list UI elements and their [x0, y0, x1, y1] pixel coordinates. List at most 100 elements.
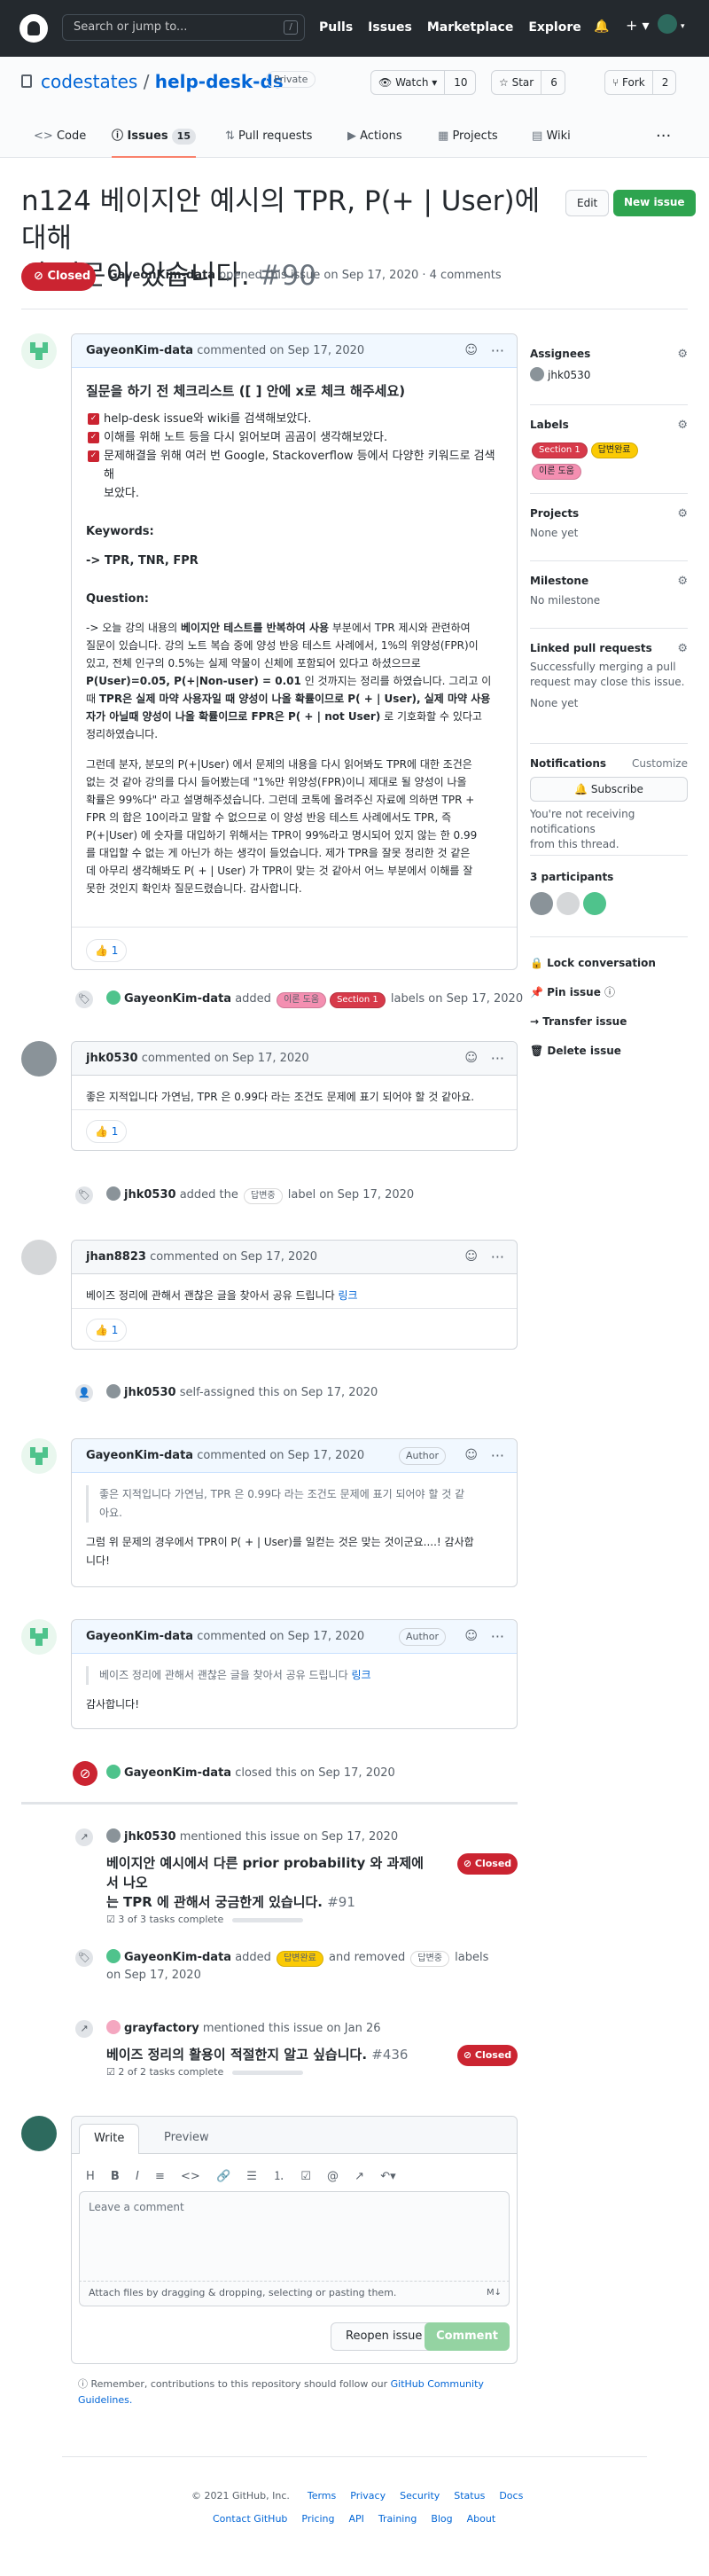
- footer-link[interactable]: Pricing: [301, 2513, 334, 2525]
- checkbox-checked-icon[interactable]: ✓: [88, 413, 99, 425]
- gear-icon[interactable]: ⚙: [677, 642, 688, 655]
- pin-issue-button[interactable]: 📌 Pin issue ⓘ: [530, 978, 688, 1007]
- guidelines-link[interactable]: GitHub Community: [391, 2378, 484, 2390]
- gear-icon[interactable]: ⚙: [677, 419, 688, 432]
- referenced-issue[interactable]: 베이지안 예시에서 다른 prior probability 와 과제에서 나오…: [106, 1853, 518, 1925]
- avatar[interactable]: [106, 1949, 121, 1963]
- nav-issues[interactable]: Issues: [368, 20, 412, 35]
- gear-icon[interactable]: ⚙: [677, 348, 688, 361]
- italic-icon[interactable]: I: [136, 2170, 139, 2183]
- footer-link[interactable]: Privacy: [350, 2490, 386, 2502]
- comment-author[interactable]: GayeonKim-data: [86, 1630, 193, 1643]
- nav-marketplace[interactable]: Marketplace: [427, 20, 513, 35]
- smiley-icon[interactable]: ☺: [464, 1439, 478, 1472]
- event-actor[interactable]: GayeonKim-data: [124, 992, 231, 1006]
- tab-code[interactable]: <> Code: [34, 119, 86, 158]
- numbered-list-icon[interactable]: ⒈: [273, 2170, 284, 2183]
- label-chip[interactable]: 이론 도움: [532, 464, 581, 480]
- referenced-issue-title[interactable]: 베이즈 정리의 활용이 적절한지 알고 싶습니다. #436: [106, 2045, 425, 2064]
- bulleted-list-icon[interactable]: ☰: [246, 2170, 257, 2183]
- label-chip[interactable]: 이론 도움: [277, 992, 327, 1008]
- comment-author[interactable]: jhk0530: [86, 1052, 138, 1065]
- referenced-issue-title[interactable]: 베이지안 예시에서 다른 prior probability 와 과제에서 나오…: [106, 1853, 425, 1912]
- more-tabs-icon[interactable]: ···: [656, 119, 671, 158]
- nav-explore[interactable]: Explore: [528, 20, 580, 35]
- reopen-issue-button[interactable]: Reopen issue: [331, 2322, 438, 2351]
- star-count[interactable]: 6: [541, 71, 557, 94]
- footer-link[interactable]: API: [349, 2513, 364, 2525]
- comment-textarea[interactable]: Leave a comment: [79, 2191, 510, 2282]
- issue-author-link[interactable]: GayeonKim-data: [108, 269, 215, 282]
- customize-link[interactable]: Customize: [632, 757, 688, 770]
- event-actor[interactable]: jhk0530: [124, 1188, 176, 1202]
- avatar[interactable]: [106, 990, 121, 1005]
- comment-link[interactable]: 링크: [338, 1289, 357, 1302]
- event-actor[interactable]: GayeonKim-data: [124, 1766, 231, 1780]
- quote-link[interactable]: 링크: [351, 1669, 370, 1681]
- attach-files-bar[interactable]: Attach files by dragging & dropping, sel…: [79, 2282, 510, 2306]
- comment-date[interactable]: commented on Sep 17, 2020: [150, 1250, 317, 1264]
- guidelines-link-cont[interactable]: Guidelines.: [78, 2394, 132, 2406]
- avatar[interactable]: [21, 333, 57, 369]
- kebab-menu-icon[interactable]: ···: [491, 1620, 504, 1653]
- new-issue-button[interactable]: New issue: [613, 190, 696, 216]
- subscribe-button[interactable]: 🔔 Subscribe: [530, 777, 688, 802]
- comment-author[interactable]: jhan8823: [86, 1250, 146, 1264]
- label-chip[interactable]: 답변완료: [590, 442, 638, 458]
- avatar[interactable]: [21, 1619, 57, 1655]
- tab-pull-requests[interactable]: ⇅ Pull requests: [225, 119, 312, 158]
- avatar[interactable]: [21, 1438, 57, 1474]
- smiley-icon[interactable]: ☺: [464, 1620, 478, 1653]
- reaction-thumbs-up[interactable]: 👍 1: [86, 1120, 128, 1143]
- reply-icon[interactable]: ↶▾: [380, 2170, 395, 2183]
- footer-link[interactable]: Status: [454, 2490, 485, 2502]
- checkbox-checked-icon[interactable]: ✓: [88, 450, 99, 462]
- assignee-item[interactable]: jhk0530: [530, 367, 688, 381]
- label-chip[interactable]: Section 1: [532, 442, 588, 458]
- avatar[interactable]: [21, 1041, 57, 1077]
- avatar[interactable]: [557, 892, 580, 915]
- label-chip[interactable]: Section 1: [330, 992, 386, 1008]
- mention-icon[interactable]: @: [327, 2170, 339, 2183]
- avatar[interactable]: [106, 2020, 121, 2034]
- avatar[interactable]: [583, 892, 606, 915]
- comment-date[interactable]: commented on Sep 17, 2020: [197, 1449, 364, 1462]
- footer-link[interactable]: Terms: [308, 2490, 336, 2502]
- github-logo-icon[interactable]: [19, 14, 48, 43]
- reference-icon[interactable]: ↗: [354, 2170, 364, 2183]
- avatar[interactable]: [106, 1186, 121, 1201]
- avatar[interactable]: [106, 1384, 121, 1398]
- avatar[interactable]: [21, 1240, 57, 1275]
- edit-button[interactable]: Edit: [565, 190, 610, 216]
- link-icon[interactable]: 🔗: [216, 2170, 230, 2183]
- heading-icon[interactable]: H: [86, 2170, 95, 2183]
- footer-link[interactable]: About: [467, 2513, 496, 2525]
- chevron-down-icon[interactable]: ▾: [681, 22, 685, 31]
- referenced-issue[interactable]: 베이즈 정리의 활용이 적절한지 알고 싶습니다. #436 ⊘ Closed …: [106, 2045, 518, 2089]
- plus-dropdown-icon[interactable]: + ▾: [626, 17, 650, 34]
- reaction-thumbs-up[interactable]: 👍 1: [86, 1319, 128, 1342]
- watch-button[interactable]: 👁 Watch ▾ 10: [370, 70, 476, 95]
- comment-author[interactable]: GayeonKim-data: [86, 344, 193, 357]
- reaction-thumbs-up[interactable]: 👍 1: [86, 939, 128, 962]
- markdown-icon[interactable]: M↓: [487, 2282, 502, 2305]
- comment-date[interactable]: commented on Sep 17, 2020: [142, 1052, 309, 1065]
- gear-icon[interactable]: ⚙: [677, 507, 688, 521]
- avatar[interactable]: [658, 14, 677, 34]
- info-icon[interactable]: ⓘ: [604, 986, 615, 998]
- avatar[interactable]: [530, 367, 544, 381]
- tab-preview[interactable]: Preview: [150, 2124, 223, 2154]
- tab-issues[interactable]: ⓘ Issues 15: [112, 119, 196, 158]
- event-actor[interactable]: jhk0530: [124, 1830, 176, 1844]
- bold-icon[interactable]: B: [111, 2170, 120, 2183]
- comment-date[interactable]: commented on Sep 17, 2020: [197, 1630, 364, 1643]
- tab-actions[interactable]: ▶ Actions: [347, 119, 402, 158]
- smiley-icon[interactable]: ☺: [464, 1241, 478, 1273]
- search-input[interactable]: Search or jump to... /: [62, 14, 305, 41]
- comment-date[interactable]: commented on Sep 17, 2020: [197, 344, 364, 357]
- kebab-menu-icon[interactable]: ···: [491, 1042, 504, 1075]
- fork-button[interactable]: ⑂ Fork 2: [604, 70, 677, 95]
- footer-link[interactable]: Contact GitHub: [213, 2513, 287, 2525]
- footer-link[interactable]: Training: [378, 2513, 417, 2525]
- label-chip[interactable]: 답변중: [244, 1188, 283, 1204]
